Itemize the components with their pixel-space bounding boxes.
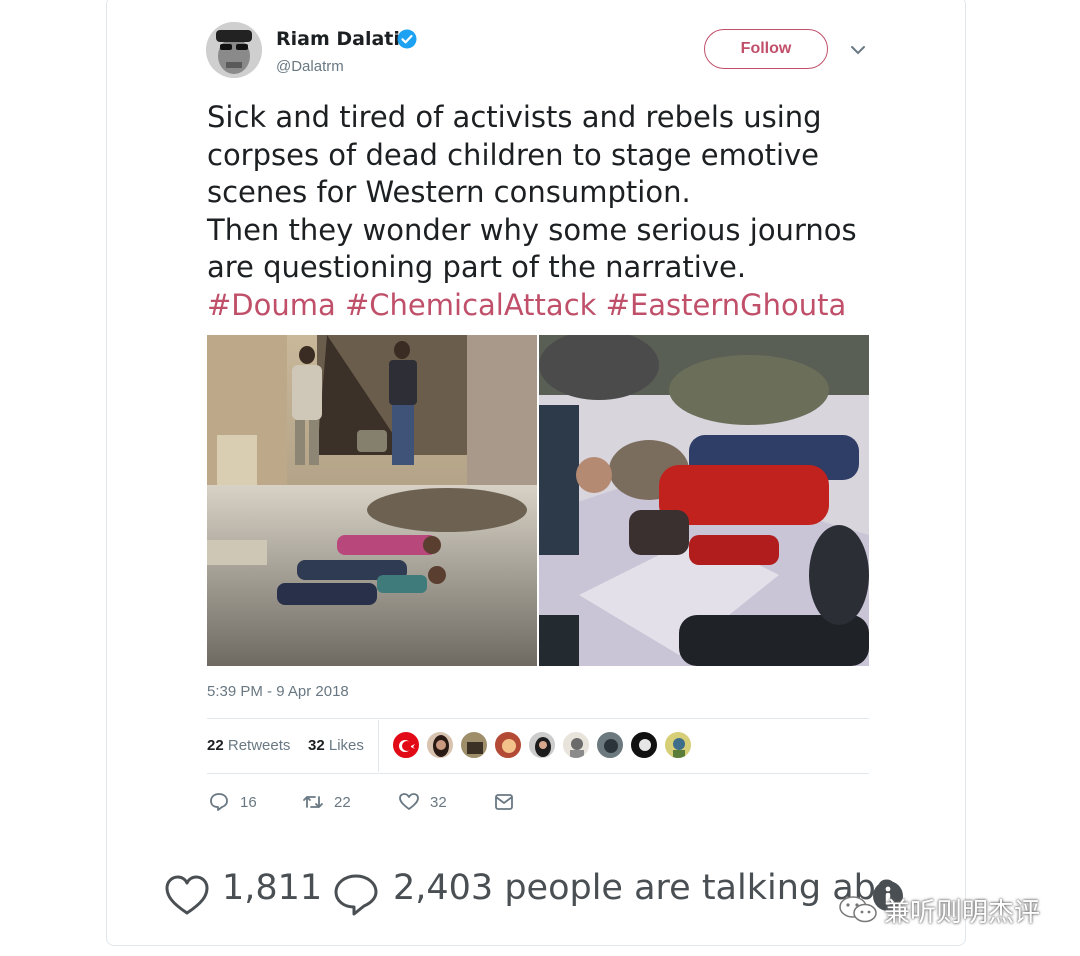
likes-label: Likes — [328, 737, 364, 754]
reply-icon — [210, 793, 228, 811]
footer-like-count: 1,811 — [222, 868, 323, 908]
direct-message-button[interactable] — [493, 791, 515, 813]
liker-avatar[interactable] — [528, 731, 556, 759]
hashtag-link[interactable]: #ChemicalAttack — [345, 288, 596, 322]
likes-stat[interactable]: 32 Likes — [308, 737, 364, 754]
wechat-icon — [839, 896, 877, 923]
hashtag-line: #Douma #ChemicalAttack #EasternGhouta — [207, 287, 867, 325]
footer-talking-text[interactable]: 2,403 people are talking abo — [393, 868, 897, 908]
liker-avatar[interactable] — [562, 731, 590, 759]
tweet-photo-left[interactable] — [207, 335, 537, 666]
tweet-text-line: Then they wonder why some serious journo… — [207, 212, 857, 247]
author-avatar[interactable] — [206, 22, 262, 78]
liker-avatar[interactable] — [426, 731, 454, 759]
tweet-text: Sick and tired of activists and rebels u… — [207, 99, 867, 324]
verified-badge-icon — [397, 29, 417, 49]
follow-button[interactable]: Follow — [704, 29, 828, 69]
hashtag-link[interactable]: #Douma — [207, 288, 336, 322]
photo-floor-scene — [539, 335, 869, 666]
chevron-down-icon[interactable] — [850, 44, 866, 56]
retweet-count: 22 — [334, 793, 351, 811]
liker-avatar[interactable] — [494, 731, 522, 759]
heart-icon — [399, 793, 419, 810]
liker-avatar[interactable] — [664, 731, 692, 759]
tweet-text-line: corpses of dead children to stage emotiv… — [207, 137, 820, 172]
like-count: 32 — [430, 793, 447, 811]
photo-street-scene — [207, 335, 537, 666]
likes-count: 32 — [308, 737, 325, 754]
retweets-label: Retweets — [227, 737, 291, 754]
liker-avatar[interactable] — [460, 731, 488, 759]
author-handle[interactable]: @Dalatrm — [276, 58, 344, 75]
like-button[interactable]: 32 — [398, 791, 447, 813]
liker-avatar[interactable] — [596, 731, 624, 759]
watermark: 兼听则明杰评 — [838, 890, 1040, 930]
tweet-text-line: scenes for Western consumption. — [207, 175, 691, 209]
message-icon — [495, 794, 513, 810]
retweet-button[interactable]: 22 — [302, 791, 351, 813]
avatar-image — [206, 22, 262, 78]
retweets-stat[interactable]: 22 Retweets — [207, 737, 290, 754]
tweet-photo-right[interactable] — [539, 335, 869, 666]
heart-icon[interactable] — [164, 873, 210, 917]
divider — [378, 720, 379, 772]
liker-avatar[interactable] — [392, 731, 420, 759]
reply-count: 16 — [240, 793, 257, 811]
tweet-text-line: are questioning part of the narrative. — [207, 250, 747, 284]
hashtag-link[interactable]: #EasternGhouta — [606, 288, 847, 322]
divider — [207, 718, 869, 719]
reply-button[interactable]: 16 — [208, 791, 257, 813]
liker-avatar[interactable] — [630, 731, 658, 759]
comment-icon[interactable] — [332, 871, 380, 919]
watermark-text: 兼听则明杰评 — [884, 897, 1041, 928]
author-name[interactable]: Riam Dalati — [276, 28, 400, 50]
tweet-text-line: Sick and tired of activists and rebels u… — [207, 100, 822, 134]
tweet-timestamp[interactable]: 5:39 PM - 9 Apr 2018 — [207, 683, 349, 700]
retweet-icon — [303, 796, 323, 808]
retweets-count: 22 — [207, 737, 224, 754]
divider — [207, 773, 869, 774]
